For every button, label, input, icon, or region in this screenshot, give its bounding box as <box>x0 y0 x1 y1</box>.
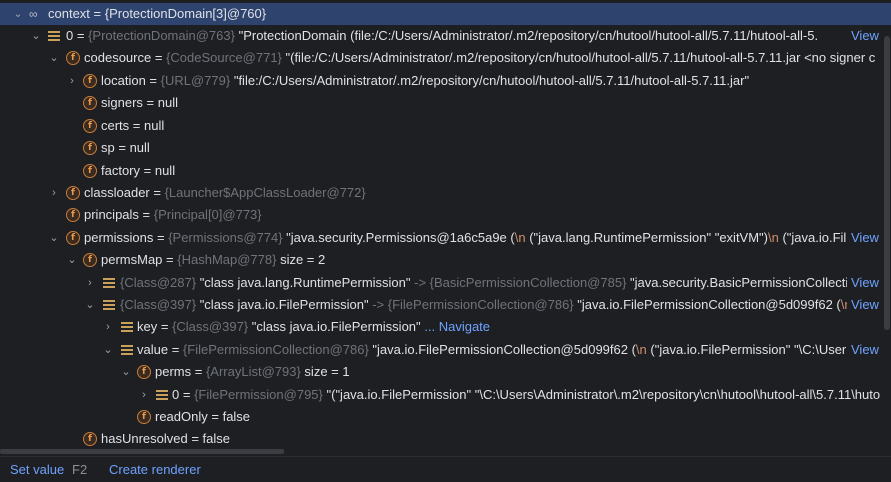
horizontal-scrollbar[interactable] <box>0 449 284 454</box>
field-icon: f <box>83 164 97 178</box>
tree-row-location[interactable]: › f location = {URL@779} "file:/C:/Users… <box>0 70 891 92</box>
set-value-link[interactable]: Set value <box>10 457 64 482</box>
list-icon <box>120 343 134 357</box>
field-icon: f <box>83 432 97 446</box>
tree-row-principals[interactable]: f principals = {Principal[0]@773} <box>0 204 891 226</box>
field-icon: f <box>83 96 97 110</box>
field-icon: f <box>83 141 97 155</box>
list-icon <box>120 320 134 334</box>
tree-row-hasunresolved[interactable]: f hasUnresolved = false <box>0 428 891 450</box>
chevron-down-icon[interactable]: ⌄ <box>47 47 61 69</box>
tree-row-codesource[interactable]: ⌄ f codesource = {CodeSource@771} "(file… <box>0 47 891 69</box>
variables-tree: ⌄ ∞ context = {ProtectionDomain[3]@760} … <box>0 0 891 452</box>
chevron-down-icon[interactable]: ⌄ <box>119 361 133 383</box>
var-value: {ProtectionDomain[3]@760} <box>104 6 267 21</box>
field-icon: f <box>66 51 80 65</box>
bottom-action-bar: Set value F2 Create renderer <box>0 456 891 482</box>
list-icon <box>155 388 169 402</box>
chevron-right-icon[interactable]: › <box>137 384 151 406</box>
chevron-down-icon[interactable]: ⌄ <box>65 249 79 271</box>
tree-row-certs[interactable]: f certs = null <box>0 115 891 137</box>
field-icon: f <box>83 119 97 133</box>
list-icon <box>102 298 116 312</box>
field-icon: f <box>66 208 80 222</box>
glasses-icon: ∞ <box>29 7 38 21</box>
field-icon: f <box>137 410 151 424</box>
chevron-right-icon[interactable]: › <box>101 316 115 338</box>
create-renderer-link[interactable]: Create renderer <box>109 457 201 482</box>
tree-row-classloader[interactable]: › f classloader = {Launcher$AppClassLoad… <box>0 182 891 204</box>
list-icon <box>47 29 61 43</box>
chevron-right-icon[interactable]: › <box>83 272 97 294</box>
field-icon: f <box>66 186 80 200</box>
list-icon <box>102 276 116 290</box>
tree-row-file-permission[interactable]: › 0 = {FilePermission@795} "("java.io.Fi… <box>0 384 891 406</box>
chevron-down-icon[interactable]: ⌄ <box>29 25 43 47</box>
tree-row-signers[interactable]: f signers = null <box>0 92 891 114</box>
chevron-down-icon[interactable]: ⌄ <box>83 294 97 316</box>
chevron-right-icon[interactable]: › <box>47 182 61 204</box>
tree-row-readonly[interactable]: f readOnly = false <box>0 406 891 428</box>
field-icon: f <box>83 74 97 88</box>
tree-row-permsmap[interactable]: ⌄ f permsMap = {HashMap@778} size = 2 <box>0 249 891 271</box>
tree-row-perms[interactable]: ⌄ f perms = {ArrayList@793} size = 1 <box>0 361 891 383</box>
chevron-right-icon[interactable]: › <box>65 70 79 92</box>
set-value-shortcut: F2 <box>72 462 88 477</box>
tree-row-factory[interactable]: f factory = null <box>0 160 891 182</box>
tree-row-map-entry-runtime[interactable]: › {Class@287} "class java.lang.RuntimePe… <box>0 272 891 294</box>
tree-row-map-entry-file[interactable]: ⌄ {Class@397} "class java.io.FilePermiss… <box>0 294 891 316</box>
tree-row-protection-domain[interactable]: ⌄ 0 = {ProtectionDomain@763} "Protection… <box>0 25 891 47</box>
field-icon: f <box>83 253 97 267</box>
field-icon: f <box>66 231 80 245</box>
view-link[interactable]: View <box>847 339 891 361</box>
vertical-scrollbar[interactable] <box>884 36 890 330</box>
tree-row-context[interactable]: ⌄ ∞ context = {ProtectionDomain[3]@760} <box>0 3 891 25</box>
var-name: context <box>48 6 90 21</box>
tree-row-value[interactable]: ⌄ value = {FilePermissionCollection@786}… <box>0 339 891 361</box>
chevron-down-icon[interactable]: ⌄ <box>11 3 25 25</box>
chevron-down-icon[interactable]: ⌄ <box>101 339 115 361</box>
navigate-link[interactable]: ... Navigate <box>421 319 490 334</box>
chevron-down-icon[interactable]: ⌄ <box>47 227 61 249</box>
tree-row-key[interactable]: › key = {Class@397} "class java.io.FileP… <box>0 316 891 338</box>
tree-row-sp[interactable]: f sp = null <box>0 137 891 159</box>
field-icon: f <box>137 365 151 379</box>
tree-row-permissions[interactable]: ⌄ f permissions = {Permissions@774} "jav… <box>0 227 891 249</box>
